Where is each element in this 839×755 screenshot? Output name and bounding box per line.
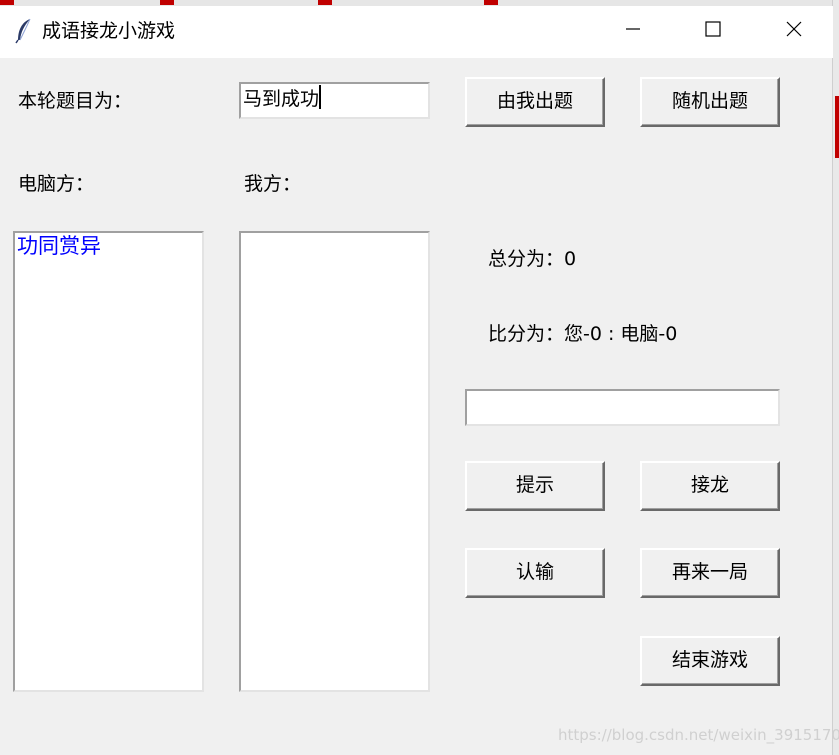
player-listbox[interactable] [239,231,430,692]
answer-input[interactable] [465,389,780,426]
question-label: 本轮题目为： [18,90,133,112]
ratio-score-text: 比分为：您-0 : 电脑-0 [488,323,678,345]
self-question-button[interactable]: 由我出题 [465,77,605,127]
maximize-icon [705,21,721,41]
background-edge [832,0,839,755]
computer-label: 电脑方： [18,173,95,195]
watermark-text: https://blog.csdn.net/weixin_39151703 [558,726,839,744]
question-input-value: 马到成功 [243,88,320,110]
minimize-button[interactable] [593,6,673,56]
background-mark [0,0,14,5]
minimize-icon [625,21,641,41]
total-score-text: 总分为：0 [488,248,577,270]
app-window: 成语接龙小游戏 本轮题目为： 马到成功 由我出题 随机出题 电脑方： 我方： 功… [0,0,839,755]
hint-button[interactable]: 提示 [465,461,605,511]
title-bar[interactable]: 成语接龙小游戏 [0,6,833,58]
give-up-button[interactable]: 认输 [465,548,605,598]
feather-icon [14,18,34,44]
player-label: 我方： [244,173,302,195]
background-mark [484,0,498,5]
text-caret [319,85,322,109]
computer-listbox[interactable]: 功同赏异 [13,231,204,692]
end-game-button[interactable]: 结束游戏 [640,636,780,686]
random-question-button[interactable]: 随机出题 [640,77,780,127]
background-mark [160,0,174,5]
list-item[interactable]: 功同赏异 [15,233,202,259]
close-icon [786,21,802,41]
maximize-button[interactable] [673,6,753,56]
new-round-button[interactable]: 再来一局 [640,548,780,598]
background-mark [835,96,839,158]
chain-button[interactable]: 接龙 [640,461,780,511]
close-button[interactable] [754,6,834,56]
background-mark [318,0,332,5]
window-title: 成语接龙小游戏 [42,20,176,42]
question-input[interactable]: 马到成功 [239,82,430,119]
